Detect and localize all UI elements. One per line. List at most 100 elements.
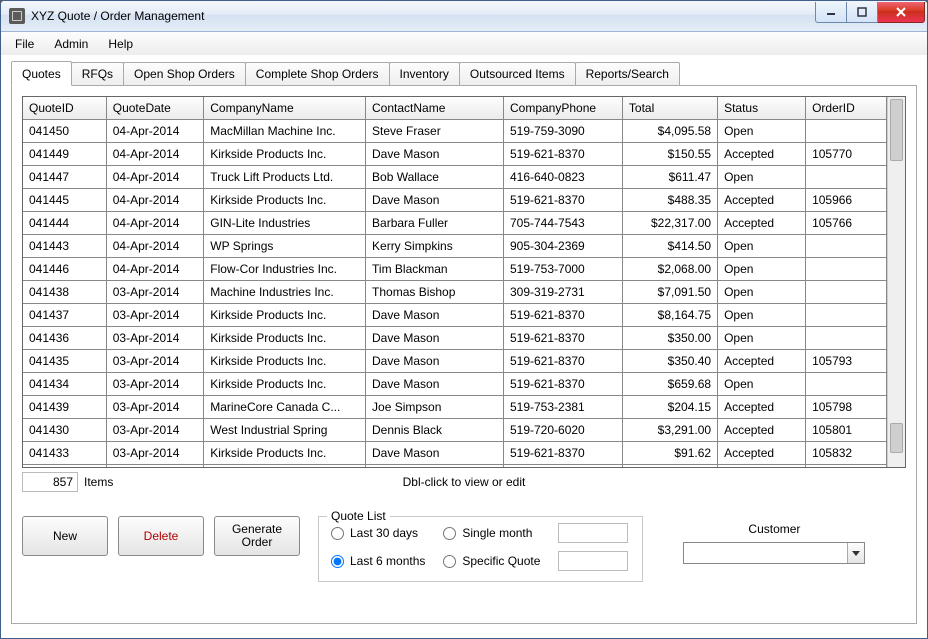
cell-total: $3,291.00 — [622, 419, 717, 442]
cell-quote_date: 03-Apr-2014 — [106, 465, 204, 469]
cell-contact: Barbara Fuller — [366, 212, 504, 235]
cell-quote_id: 041436 — [23, 327, 106, 350]
radio-last-30-days[interactable]: Last 30 days — [331, 526, 425, 540]
close-button[interactable] — [878, 2, 925, 23]
tab-open-shop-orders[interactable]: Open Shop Orders — [123, 62, 246, 85]
col-total[interactable]: Total — [622, 97, 717, 120]
table-row[interactable]: 04144504-Apr-2014Kirkside Products Inc.D… — [23, 189, 887, 212]
cell-order_id: 105766 — [806, 212, 887, 235]
cell-total: $8,164.75 — [622, 304, 717, 327]
radio-last-30-days-label: Last 30 days — [350, 526, 418, 540]
table-row[interactable]: 04144904-Apr-2014Kirkside Products Inc.D… — [23, 143, 887, 166]
radio-last-6-months-input[interactable] — [331, 555, 344, 568]
table-row[interactable]: 04143403-Apr-2014Kirkside Products Inc.D… — [23, 373, 887, 396]
grid-vertical-scrollbar[interactable] — [887, 97, 905, 467]
new-button[interactable]: New — [22, 516, 108, 556]
delete-button[interactable]: Delete — [118, 516, 204, 556]
col-company-phone[interactable]: CompanyPhone — [503, 97, 622, 120]
menu-bar: File Admin Help — [1, 32, 927, 57]
table-row[interactable]: 04145004-Apr-2014MacMillan Machine Inc.S… — [23, 120, 887, 143]
table-row[interactable]: 04143503-Apr-2014Kirkside Products Inc.D… — [23, 350, 887, 373]
cell-total: $7,091.50 — [622, 281, 717, 304]
cell-company: WP Springs — [204, 235, 366, 258]
maximize-button[interactable] — [847, 2, 878, 23]
tab-rfqs[interactable]: RFQs — [71, 62, 124, 85]
generate-order-button[interactable]: Generate Order — [214, 516, 300, 556]
cell-phone: 519-621-8370 — [503, 189, 622, 212]
cell-status: Open — [718, 304, 806, 327]
cell-phone: 519-753-2381 — [503, 396, 622, 419]
table-row[interactable]: 04144704-Apr-2014Truck Lift Products Ltd… — [23, 166, 887, 189]
radio-last-30-days-input[interactable] — [331, 527, 344, 540]
col-quote-date[interactable]: QuoteDate — [106, 97, 204, 120]
content-area: Quotes RFQs Open Shop Orders Complete Sh… — [1, 55, 927, 638]
specific-quote-input[interactable] — [558, 551, 628, 571]
cell-total: $488.35 — [622, 189, 717, 212]
cell-order_id: 105770 — [806, 143, 887, 166]
grid-footer-row: 857 Items Dbl-click to view or edit — [22, 472, 906, 492]
menu-admin[interactable]: Admin — [44, 34, 98, 54]
cell-company: GIN-Lite Industries — [204, 212, 366, 235]
maximize-icon — [857, 7, 867, 17]
col-company-name[interactable]: CompanyName — [204, 97, 366, 120]
table-row[interactable]: 04144604-Apr-2014Flow-Cor Industries Inc… — [23, 258, 887, 281]
cell-contact: Dave Mason — [366, 350, 504, 373]
cell-status: Open — [718, 120, 806, 143]
cell-quote_date: 04-Apr-2014 — [106, 143, 204, 166]
table-row[interactable]: 04142903-Apr-2014Kirkside Products Inc.D… — [23, 465, 887, 469]
col-contact-name[interactable]: ContactName — [366, 97, 504, 120]
radio-single-month[interactable]: Single month — [443, 526, 540, 540]
cell-order_id: 105832 — [806, 442, 887, 465]
tab-inventory[interactable]: Inventory — [389, 62, 460, 85]
tab-quotes[interactable]: Quotes — [11, 61, 72, 86]
minimize-button[interactable] — [815, 2, 847, 23]
table-row[interactable]: 04144404-Apr-2014GIN-Lite IndustriesBarb… — [23, 212, 887, 235]
col-order-id[interactable]: OrderID — [806, 97, 887, 120]
cell-quote_id: 041434 — [23, 373, 106, 396]
cell-total: $611.47 — [622, 166, 717, 189]
radio-specific-quote-input[interactable] — [443, 555, 456, 568]
cell-total: $414.50 — [622, 235, 717, 258]
scrollbar-thumb[interactable] — [890, 99, 903, 161]
radio-single-month-input[interactable] — [443, 527, 456, 540]
table-row[interactable]: 04143903-Apr-2014MarineCore Canada C...J… — [23, 396, 887, 419]
customer-combo[interactable] — [683, 542, 865, 564]
quotes-grid[interactable]: QuoteID QuoteDate CompanyName ContactNam… — [23, 97, 887, 468]
single-month-input[interactable] — [558, 523, 628, 543]
table-row[interactable]: 04143003-Apr-2014West Industrial SpringD… — [23, 419, 887, 442]
cell-quote_id: 041438 — [23, 281, 106, 304]
window-controls — [815, 2, 925, 22]
tab-complete-shop-orders[interactable]: Complete Shop Orders — [245, 62, 390, 85]
menu-file[interactable]: File — [5, 34, 44, 54]
grid-hint: Dbl-click to view or edit — [22, 475, 906, 489]
col-status[interactable]: Status — [718, 97, 806, 120]
cell-status: Accepted — [718, 350, 806, 373]
cell-quote_date: 04-Apr-2014 — [106, 120, 204, 143]
col-quote-id[interactable]: QuoteID — [23, 97, 106, 120]
cell-quote_id: 041433 — [23, 442, 106, 465]
cell-company: Kirkside Products Inc. — [204, 350, 366, 373]
table-row[interactable]: 04143303-Apr-2014Kirkside Products Inc.D… — [23, 442, 887, 465]
cell-contact: Dave Mason — [366, 442, 504, 465]
quote-list-group: Quote List Last 30 days Single month — [318, 516, 643, 582]
table-row[interactable]: 04143603-Apr-2014Kirkside Products Inc.D… — [23, 327, 887, 350]
cell-company: West Industrial Spring — [204, 419, 366, 442]
cell-quote_date: 04-Apr-2014 — [106, 258, 204, 281]
table-row[interactable]: 04143703-Apr-2014Kirkside Products Inc.D… — [23, 304, 887, 327]
cell-total: $350.40 — [622, 350, 717, 373]
cell-quote_id: 041445 — [23, 189, 106, 212]
radio-specific-quote[interactable]: Specific Quote — [443, 554, 540, 568]
cell-phone: 519-753-7000 — [503, 258, 622, 281]
cell-company: Kirkside Products Inc. — [204, 327, 366, 350]
scrollbar-thumb-lower[interactable] — [890, 423, 903, 453]
cell-order_id: 105801 — [806, 419, 887, 442]
table-row[interactable]: 04143803-Apr-2014Machine Industries Inc.… — [23, 281, 887, 304]
table-row[interactable]: 04144304-Apr-2014WP SpringsKerry Simpkin… — [23, 235, 887, 258]
title-bar: XYZ Quote / Order Management — [1, 1, 927, 32]
radio-last-6-months[interactable]: Last 6 months — [331, 554, 425, 568]
cell-quote_date: 03-Apr-2014 — [106, 419, 204, 442]
cell-quote_date: 03-Apr-2014 — [106, 442, 204, 465]
menu-help[interactable]: Help — [98, 34, 143, 54]
tab-outsourced-items[interactable]: Outsourced Items — [459, 62, 576, 85]
tab-reports-search[interactable]: Reports/Search — [575, 62, 680, 85]
